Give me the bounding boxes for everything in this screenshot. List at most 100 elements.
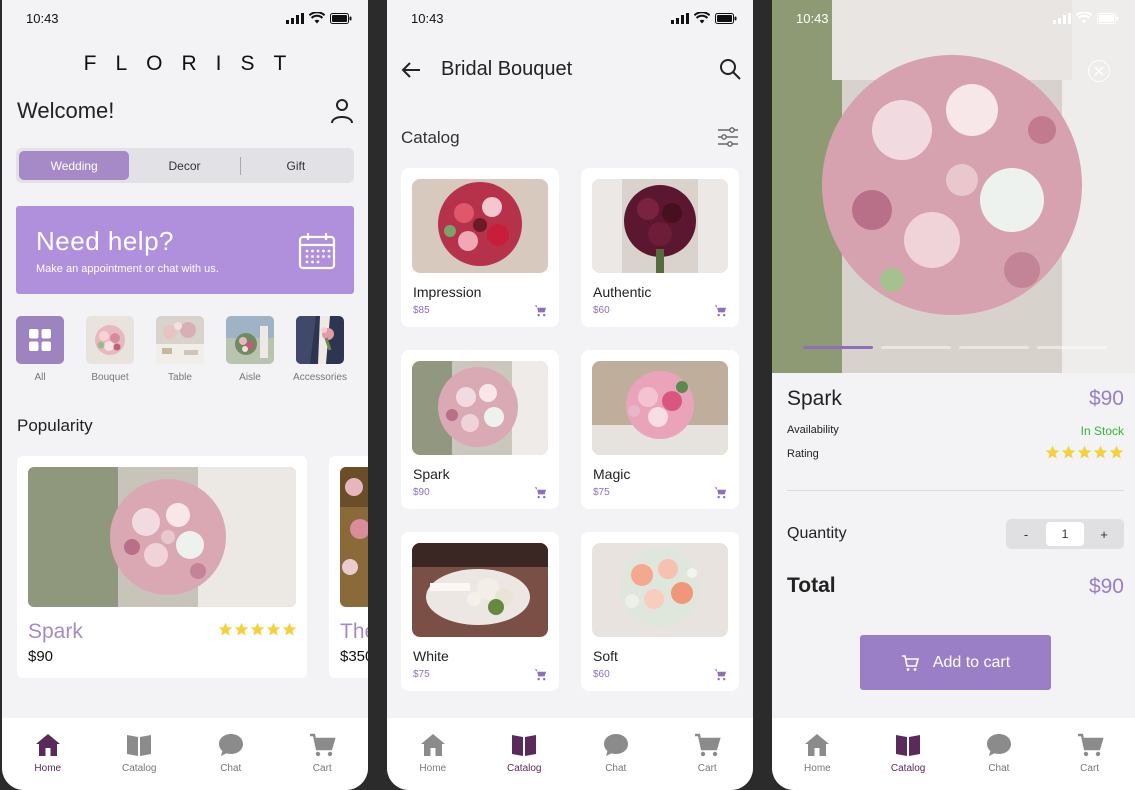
chat-icon — [603, 733, 628, 756]
category-bouquet[interactable]: Bouquet — [86, 316, 134, 383]
image-pagination — [803, 346, 1107, 349]
tab-label: Chat — [988, 762, 1010, 774]
pagination-dot[interactable] — [803, 346, 873, 349]
product-card[interactable]: Soft $60 — [581, 532, 739, 691]
tab-label: Catalog — [122, 762, 157, 774]
close-button[interactable] — [1088, 60, 1110, 82]
category-label: Bouquet — [91, 372, 129, 383]
tab-catalog[interactable]: Catalog — [489, 731, 559, 774]
segment-decor[interactable]: Decor — [129, 151, 239, 180]
add-to-cart-icon[interactable] — [714, 486, 727, 499]
home-screen: 10:43 FLORIST Welcome! Wedding Decor Gif… — [2, 0, 368, 790]
quantity-value[interactable]: 1 — [1046, 522, 1084, 546]
tab-cart[interactable]: Cart — [1055, 731, 1125, 774]
tab-label: Chat — [605, 762, 627, 774]
tab-chat[interactable]: Chat — [581, 731, 651, 774]
add-to-cart-button[interactable]: Add to cart — [860, 635, 1051, 690]
category-label: Aisle — [239, 372, 261, 383]
status-time: 10:43 — [796, 10, 829, 26]
product-card[interactable]: Impression $85 — [401, 168, 559, 327]
grid-icon — [29, 329, 51, 351]
tab-cart[interactable]: Cart — [672, 731, 742, 774]
filter-sliders-icon[interactable] — [717, 126, 739, 148]
popular-card[interactable]: Spark $90 — [17, 456, 307, 678]
category-label: All — [34, 372, 46, 383]
category-image — [156, 316, 204, 364]
product-card[interactable]: White $75 — [401, 532, 559, 691]
brand-logo: FLORIST — [83, 52, 306, 75]
back-arrow-icon[interactable] — [399, 58, 423, 82]
book-icon — [127, 734, 152, 756]
tab-label: Home — [34, 762, 62, 774]
wifi-icon — [309, 12, 325, 24]
add-to-cart-label: Add to cart — [932, 653, 1011, 671]
category-image — [296, 316, 344, 364]
product-card[interactable]: Magic $75 — [581, 350, 739, 509]
tab-chat[interactable]: Chat — [964, 731, 1034, 774]
add-to-cart-icon[interactable] — [534, 668, 547, 681]
popular-card[interactable]: The $350 — [329, 456, 368, 678]
battery-icon — [330, 12, 352, 24]
category-table[interactable]: Table — [156, 316, 204, 383]
add-to-cart-icon[interactable] — [534, 304, 547, 317]
welcome-heading: Welcome! — [17, 98, 115, 123]
tab-catalog[interactable]: Catalog — [873, 731, 943, 774]
product-price: $90 — [413, 487, 430, 498]
tab-label: Catalog — [507, 762, 542, 774]
chat-icon — [218, 733, 243, 756]
product-image — [412, 361, 548, 455]
add-to-cart-icon[interactable] — [534, 486, 547, 499]
tab-label: Chat — [220, 762, 242, 774]
increment-button[interactable]: + — [1088, 527, 1120, 542]
product-name: Magic — [593, 466, 631, 482]
product-image — [340, 467, 368, 607]
product-detail-screen: 10:43 Spark $90 Availability In Stock Ra… — [772, 0, 1135, 790]
product-name: Spark — [787, 387, 842, 410]
availability-label: Availability — [787, 424, 839, 436]
total-value: $90 — [1088, 575, 1124, 598]
rating-stars — [1045, 445, 1124, 460]
tab-label: Cart — [697, 762, 717, 774]
product-image — [592, 543, 728, 637]
product-price: $85 — [413, 305, 430, 316]
category-aisle[interactable]: Aisle — [226, 316, 274, 383]
signal-icon — [671, 12, 689, 24]
product-image — [592, 179, 728, 273]
product-name: The — [340, 620, 368, 643]
signal-icon — [286, 12, 304, 24]
product-grid: Impression $85 Authentic $60 Spark $90 M… — [401, 168, 741, 691]
category-all[interactable]: All — [16, 316, 64, 383]
star-icon — [1093, 445, 1108, 459]
segment-gift[interactable]: Gift — [241, 151, 351, 180]
pagination-dot[interactable] — [959, 346, 1029, 349]
category-accessories[interactable]: Accessories — [293, 316, 347, 383]
add-to-cart-icon[interactable] — [714, 304, 727, 317]
decrement-button[interactable]: - — [1010, 527, 1042, 542]
pagination-dot[interactable] — [881, 346, 951, 349]
help-banner[interactable]: Need help? Make an appointment or chat w… — [16, 206, 354, 294]
tab-catalog[interactable]: Catalog — [104, 731, 174, 774]
quantity-label: Quantity — [787, 525, 847, 542]
product-name: Spark — [413, 466, 450, 482]
search-icon[interactable] — [719, 58, 741, 80]
product-price: $60 — [593, 669, 610, 680]
star-icon — [218, 622, 233, 636]
tab-home[interactable]: Home — [13, 731, 83, 774]
add-to-cart-icon[interactable] — [714, 668, 727, 681]
pagination-dot[interactable] — [1037, 346, 1107, 349]
tab-home[interactable]: Home — [782, 731, 852, 774]
status-bar: 10:43 — [387, 0, 753, 36]
signal-icon — [1053, 12, 1071, 24]
close-icon — [1094, 66, 1104, 76]
product-card[interactable]: Authentic $60 — [581, 168, 739, 327]
segment-wedding[interactable]: Wedding — [19, 151, 130, 180]
user-icon[interactable] — [330, 98, 354, 124]
product-card[interactable]: Spark $90 — [401, 350, 559, 509]
tab-home[interactable]: Home — [398, 731, 468, 774]
star-icon — [1077, 445, 1092, 459]
tab-chat[interactable]: Chat — [196, 731, 266, 774]
star-icon — [1109, 445, 1124, 459]
tab-cart[interactable]: Cart — [287, 731, 357, 774]
cart-icon — [901, 654, 919, 671]
star-icon — [266, 622, 281, 636]
